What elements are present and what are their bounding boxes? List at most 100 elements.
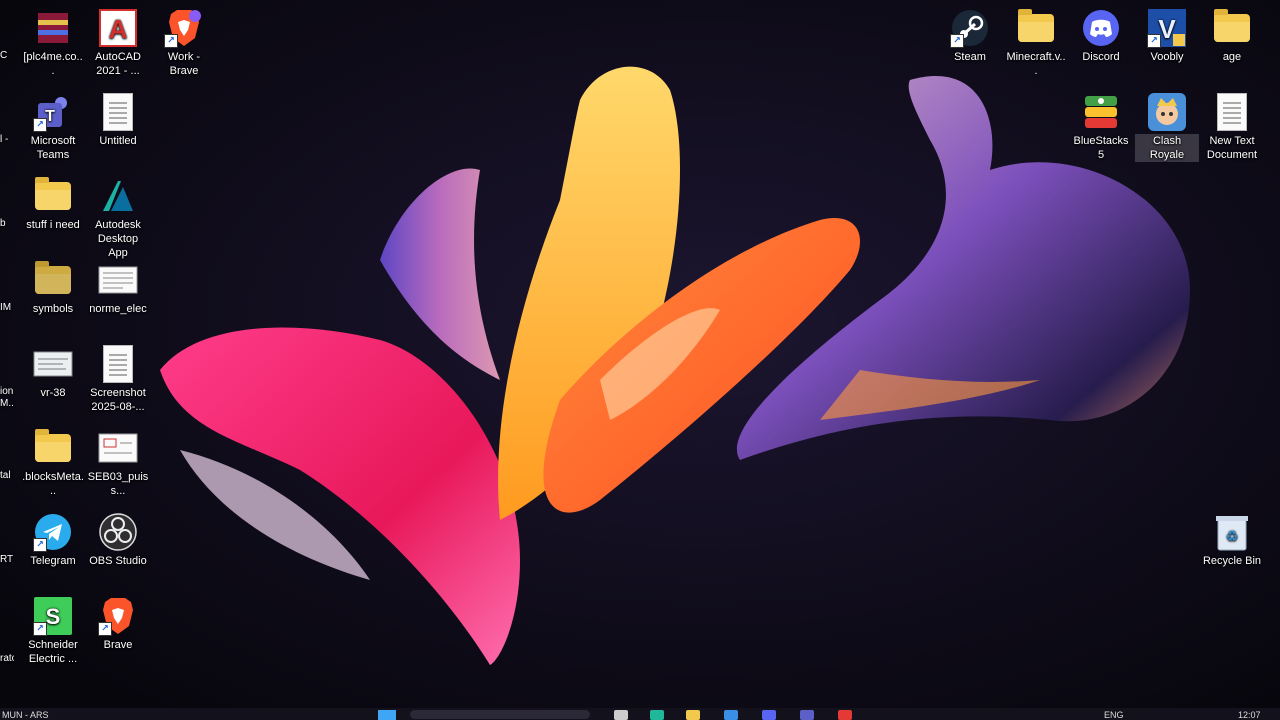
svg-text:♻: ♻: [1226, 529, 1239, 545]
document-icon: [98, 344, 138, 384]
desktop-icon-norme-elec[interactable]: norme_elec: [86, 256, 150, 316]
desktop-icon-label: Clash Royale: [1135, 134, 1199, 162]
desktop-icon-label: Recycle Bin: [1202, 555, 1262, 567]
desktop-icon-telegram[interactable]: ↗ Telegram: [21, 508, 85, 568]
desktop-icon-symbols[interactable]: symbols: [21, 256, 85, 316]
desktop-icon-label: AutoCAD 2021 - ...: [95, 51, 141, 77]
shortcut-arrow-icon: ↗: [33, 118, 47, 132]
brave-icon: ↗: [98, 596, 138, 636]
folder-icon: [1212, 8, 1252, 48]
shortcut-arrow-icon: ↗: [950, 34, 964, 48]
shortcut-arrow-icon: ↗: [33, 622, 47, 636]
desktop-icon-label: Work - Brave: [167, 51, 201, 77]
folder-icon: [33, 176, 73, 216]
document-icon: [98, 92, 138, 132]
discord-icon: [762, 709, 776, 720]
desktop-icon-label: SEB03_puiss...: [87, 471, 149, 497]
desktop-icon-schneider-electric[interactable]: S ↗ Schneider Electric ...: [21, 592, 85, 666]
steam-icon: ↗: [950, 8, 990, 48]
task-view-icon: [614, 709, 628, 720]
store-icon: [724, 709, 738, 720]
desktop-icon-label: Screenshot 2025-08-...: [90, 387, 146, 413]
autocad-icon: A: [98, 8, 138, 48]
desktop-icon-label: age: [1222, 51, 1242, 63]
file-explorer-icon: [686, 709, 700, 720]
autodesk-icon: [98, 176, 138, 216]
desktop-icon-label: Schneider Electric ...: [28, 639, 78, 665]
clash-royale-icon: [1147, 92, 1187, 132]
document-icon: [98, 260, 138, 300]
start-button[interactable]: [378, 709, 396, 720]
desktop-icon-autocad[interactable]: A AutoCAD 2021 - ...: [86, 4, 150, 78]
recycle-bin-icon: ♻: [1212, 512, 1252, 552]
desktop-icon-recycle-bin[interactable]: ♻ Recycle Bin: [1200, 508, 1264, 568]
desktop-icon-microsoft-teams[interactable]: T ↗ Microsoft Teams: [21, 88, 85, 162]
record-icon: [838, 709, 852, 720]
taskbar-app-task-view[interactable]: [614, 709, 628, 720]
desktop-icon-winrar[interactable]: [plc4me.co...: [21, 4, 85, 78]
desktop-icon-untitled[interactable]: Untitled: [86, 88, 150, 148]
desktop-icon-minecraft[interactable]: Minecraft.v...: [1004, 4, 1068, 78]
desktop-icon-label: Telegram: [30, 555, 76, 567]
shortcut-arrow-icon: ↗: [33, 538, 47, 552]
winrar-icon: [33, 8, 73, 48]
clock[interactable]: 12:07: [1238, 709, 1261, 720]
desktop-icon-label: .blocksMeta...: [22, 471, 84, 497]
desktop-icon-label: symbols: [32, 303, 74, 315]
taskbar-app-store[interactable]: [724, 709, 738, 720]
shortcut-arrow-icon: ↗: [98, 622, 112, 636]
desktop-icon-seb03-puiss[interactable]: SEB03_puiss...: [86, 424, 150, 498]
bluestacks-icon: [1081, 92, 1121, 132]
desktop-icon-autodesk-desktop-app[interactable]: Autodesk Desktop App: [86, 172, 150, 260]
partial-label: C: [0, 50, 8, 61]
discord-icon: [1081, 8, 1121, 48]
desktop-icon-brave[interactable]: ↗ Brave: [86, 592, 150, 652]
schneider-icon: S ↗: [33, 596, 73, 636]
search-icon: [410, 710, 590, 719]
desktop-icon-label: Microsoft Teams: [30, 135, 76, 161]
folder-icon: [33, 428, 73, 468]
shortcut-arrow-icon: ↗: [1147, 34, 1161, 48]
desktop-icon-work-brave[interactable]: ↗ Work - Brave: [152, 4, 216, 78]
edge-icon: [650, 709, 664, 720]
desktop-icon-new-text-document[interactable]: New Text Document: [1200, 88, 1264, 162]
shortcut-arrow-icon: ↗: [164, 34, 178, 48]
desktop-icon-label: [plc4me.co...: [23, 51, 83, 77]
taskbar: MUN - ARS ENG 12:07: [0, 708, 1280, 720]
desktop-icon-screenshot[interactable]: Screenshot 2025-08-...: [86, 340, 150, 414]
teams-icon: T ↗: [33, 92, 73, 132]
desktop-icon-stuff-i-need[interactable]: stuff i need: [21, 172, 85, 232]
desktop-icon-discord[interactable]: Discord: [1069, 4, 1133, 64]
desktop-icon-age[interactable]: age: [1200, 4, 1264, 64]
partial-label: l -: [0, 134, 9, 145]
desktop-icon-label: Steam: [954, 51, 986, 63]
partial-label: rator: [0, 653, 14, 664]
brave-icon: ↗: [164, 8, 204, 48]
desktop-icon-label: norme_elec: [89, 303, 147, 315]
teams-icon: [800, 709, 814, 720]
taskbar-app-explorer[interactable]: [686, 709, 700, 720]
taskbar-app-edge[interactable]: [650, 709, 664, 720]
taskbar-app-recorder[interactable]: [838, 709, 852, 720]
taskbar-app-discord[interactable]: [762, 709, 776, 720]
desktop-icon-label: stuff i need: [26, 219, 80, 231]
desktop-icon-clash-royale[interactable]: Clash Royale: [1135, 88, 1199, 162]
partial-label: ion M...: [0, 386, 14, 409]
desktop-icon-bluestacks[interactable]: BlueStacks 5: [1069, 88, 1133, 162]
image-file-icon: [33, 344, 73, 384]
taskbar-search-box[interactable]: [410, 709, 590, 720]
document-icon: [1212, 92, 1252, 132]
desktop-icon-steam[interactable]: ↗ Steam: [938, 4, 1002, 64]
svg-text:A: A: [109, 14, 128, 44]
desktop-icon-label: Voobly: [1150, 51, 1184, 63]
desktop-icon-label: OBS Studio: [89, 555, 147, 567]
desktop-icon-label: Autodesk Desktop App: [95, 219, 141, 259]
language-indicator[interactable]: ENG: [1104, 709, 1124, 720]
taskbar-app-teams[interactable]: [800, 709, 814, 720]
desktop-icon-vr-38[interactable]: vr-38: [21, 340, 85, 400]
desktop-icon-blocksmeta[interactable]: .blocksMeta...: [21, 424, 85, 498]
folder-icon: [1016, 8, 1056, 48]
desktop-icon-label: New Text Document: [1206, 135, 1258, 161]
desktop-icon-obs-studio[interactable]: OBS Studio: [86, 508, 150, 568]
desktop-icon-voobly[interactable]: V ↗ Voobly: [1135, 4, 1199, 64]
